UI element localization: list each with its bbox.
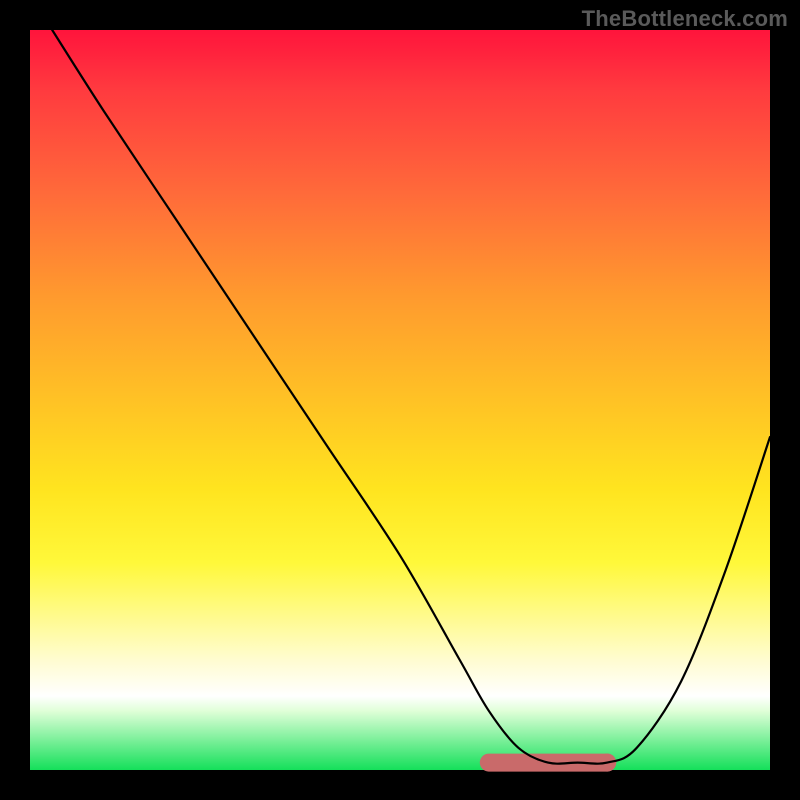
bottleneck-curve xyxy=(52,30,770,764)
plot-area xyxy=(30,30,770,770)
chart-frame: TheBottleneck.com xyxy=(0,0,800,800)
watermark-text: TheBottleneck.com xyxy=(582,6,788,32)
curve-svg xyxy=(30,30,770,770)
